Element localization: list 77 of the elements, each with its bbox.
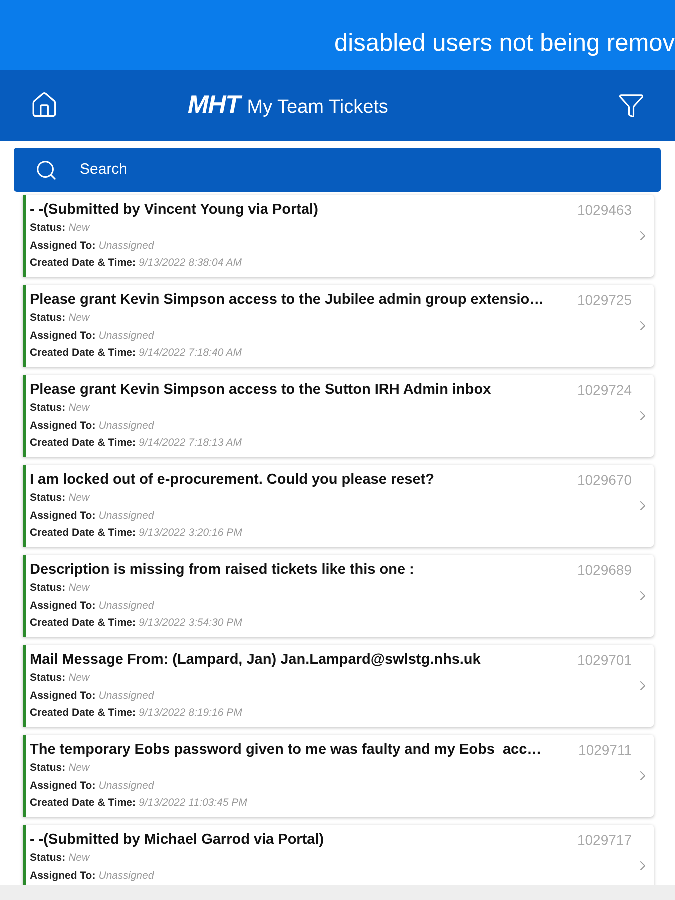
ticket-number: 1029670 <box>577 471 632 490</box>
field-label: Status: <box>30 761 66 776</box>
field-value: Unassigned <box>98 778 154 794</box>
ticket-title: Please grant Kevin Simpson access to the Sutton IRH Admin inbox <box>30 381 492 400</box>
field-value: Unassigned <box>98 868 154 884</box>
field-value: New <box>68 851 90 866</box>
ticket-number: 1029717 <box>577 831 632 850</box>
field-value: 9/13/2022 8:19:16 PM <box>139 706 242 721</box>
home-icon[interactable] <box>30 91 59 120</box>
field-value: Unassigned <box>98 598 154 614</box>
field-value: New <box>68 581 90 596</box>
field-label: Status: <box>30 671 66 686</box>
field-label: Assigned To: <box>30 238 96 254</box>
field-value: 9/14/2022 7:18:40 AM <box>139 346 242 361</box>
field-value: Unassigned <box>98 508 154 524</box>
field-label: Status: <box>30 401 66 416</box>
ticket-card[interactable]: Please grant Kevin Simpson access to the Jubilee admin group extensio… 1029725 Status: New Assigned To: Unassigned Created Date & Time: 9/14/2022 7:18:40 AM <box>23 285 654 367</box>
field-label: Assigned To: <box>30 778 96 794</box>
ticket-number: 1029711 <box>578 741 632 760</box>
field-value: 9/13/2022 8:38:04 AM <box>139 256 242 271</box>
field-value: 9/13/2022 3:54:30 PM <box>139 616 242 631</box>
field-value: New <box>68 671 90 686</box>
ticket-number: 1029463 <box>577 201 632 220</box>
ticket-title: - -(Submitted by Vincent Young via Portal) <box>30 201 318 220</box>
field-label: Created Date & Time: <box>30 346 136 361</box>
field-label: Created Date & Time: <box>30 526 136 541</box>
ticket-number: 1029689 <box>577 561 632 580</box>
field-value: 9/14/2022 7:18:13 AM <box>139 436 242 451</box>
field-value: Unassigned <box>98 238 154 254</box>
ticket-card[interactable]: Please grant Kevin Simpson access to the Sutton IRH Admin inbox 1029724 Status: New Assigned To: Unassigned Created Date & Time: 9/14/2022 7:18:13 AM <box>23 375 654 457</box>
field-value: New <box>68 311 90 326</box>
ticket-title: Please grant Kevin Simpson access to the Jubilee admin group extensio… <box>30 291 544 310</box>
field-value: New <box>68 491 90 506</box>
ticket-title: The temporary Eobs password given to me was faulty and my Eobs acc… <box>30 741 542 760</box>
filter-icon[interactable] <box>618 92 645 119</box>
field-label: Assigned To: <box>30 868 96 884</box>
field-label: Status: <box>30 851 66 866</box>
field-value: Unassigned <box>98 328 154 344</box>
banner-text: disabled users not being remov <box>334 30 675 58</box>
search-field[interactable]: Search <box>14 148 661 192</box>
field-label: Created Date & Time: <box>30 616 136 631</box>
ticket-card[interactable]: I am locked out of e-procurement. Could you please reset? 1029670 Status: New Assigned To: Unassigned Created Date & Time: 9/13/2022 3:20:16 PM <box>23 465 654 547</box>
field-value: 9/13/2022 3:20:16 PM <box>139 526 242 541</box>
field-label: Status: <box>30 581 66 596</box>
app-logo: MHT <box>188 90 240 121</box>
ticket-card[interactable]: The temporary Eobs password given to me was faulty and my Eobs acc… 1029711 Status: New Assigned To: Unassigned Created Date & Time: 9/13/2022 11:03:45 PM <box>23 735 654 817</box>
field-label: Created Date & Time: <box>30 706 136 721</box>
field-label: Created Date & Time: <box>30 256 136 271</box>
field-value: New <box>68 761 90 776</box>
field-value: 9/13/2022 11:03:45 PM <box>139 796 248 811</box>
ticket-card[interactable]: - -(Submitted by Michael Garrod via Portal) 1029717 Status: New Assigned To: Unassigned <box>23 825 654 885</box>
field-label: Status: <box>30 311 66 326</box>
field-label: Assigned To: <box>30 598 96 614</box>
field-label: Status: <box>30 221 66 236</box>
page-title: My Team Tickets <box>247 96 388 120</box>
field-label: Assigned To: <box>30 328 96 344</box>
ticket-number: 1029724 <box>577 381 632 400</box>
field-value: Unassigned <box>98 688 154 704</box>
field-value: New <box>68 221 90 236</box>
field-label: Created Date & Time: <box>30 436 136 451</box>
ticket-title: - -(Submitted by Michael Garrod via Portal) <box>30 831 324 850</box>
ticket-card[interactable]: - -(Submitted by Vincent Young via Portal) 1029463 Status: New Assigned To: Unassigned Created Date & Time: 9/13/2022 8:38:04 AM <box>23 195 654 277</box>
field-value: New <box>68 401 90 416</box>
field-label: Assigned To: <box>30 688 96 704</box>
field-value: Unassigned <box>98 418 154 434</box>
field-label: Assigned To: <box>30 508 96 524</box>
ticket-title: Mail Message From: (Lampard, Jan) Jan.Lampard@swlstg.nhs.uk <box>30 651 481 670</box>
search-icon <box>35 158 58 182</box>
ticket-title: Description is missing from raised tickets like this one : <box>30 561 414 580</box>
field-label: Assigned To: <box>30 418 96 434</box>
ticket-card[interactable]: Description is missing from raised tickets like this one : 1029689 Status: New Assigned To: Unassigned Created Date & Time: 9/13/2022 3:54:30 PM <box>23 555 654 637</box>
ticket-number: 1029701 <box>577 651 632 670</box>
field-label: Created Date & Time: <box>30 796 136 811</box>
field-label: Status: <box>30 491 66 506</box>
ticket-card[interactable]: Mail Message From: (Lampard, Jan) Jan.Lampard@swlstg.nhs.uk 1029701 Status: New Assigned To: Unassigned Created Date & Time: 9/13/2022 8:19:16 PM <box>23 645 654 727</box>
ticket-title: I am locked out of e-procurement. Could you please reset? <box>30 471 434 490</box>
ticket-number: 1029725 <box>577 291 632 310</box>
